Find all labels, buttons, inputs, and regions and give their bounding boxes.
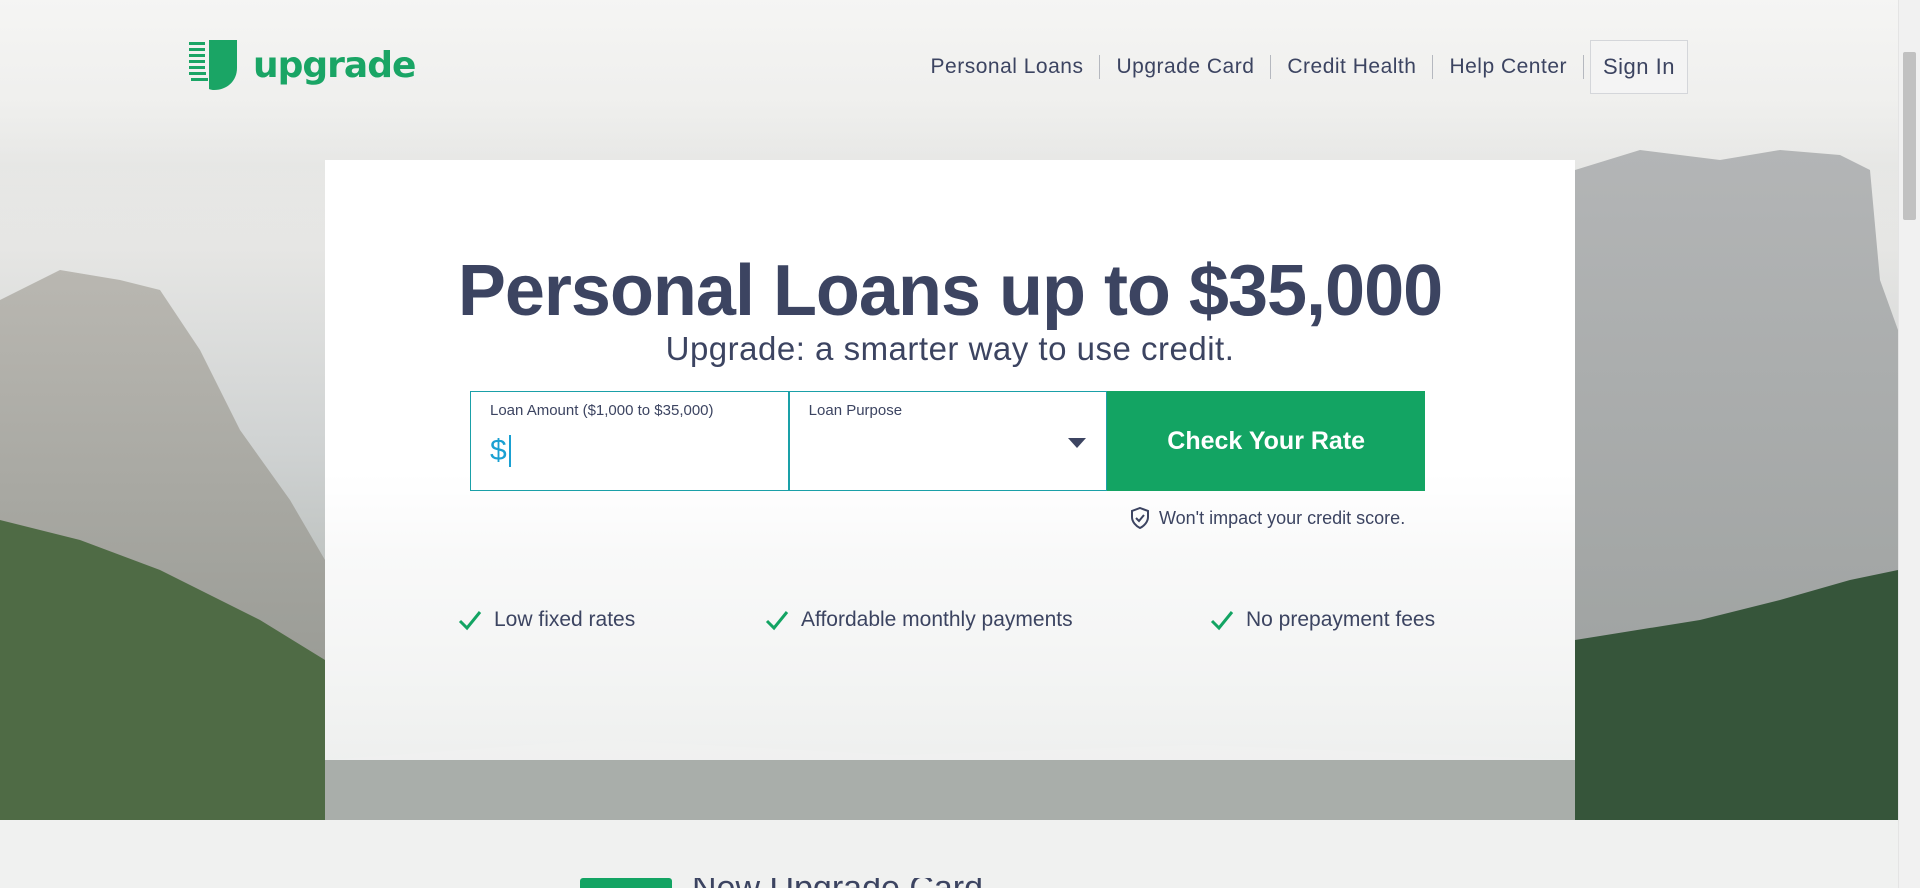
checkmark-icon (765, 611, 789, 631)
rate-check-form: Loan Amount ($1,000 to $35,000) $ Loan P… (470, 391, 1426, 491)
page-title: Personal Loans up to $35,000 (457, 251, 1443, 331)
site-header: upgrade Personal Loans Upgrade Card Cred… (0, 0, 1898, 130)
nav-help-center[interactable]: Help Center (1433, 55, 1584, 79)
benefit-item: No prepayment fees (1210, 608, 1435, 632)
page-subtitle: Upgrade: a smarter way to use credit. (665, 330, 1235, 367)
credit-note-text: Won't impact your credit score. (1159, 507, 1406, 528)
promo-text: New Upgrade Card (692, 878, 983, 888)
loan-rate-card: Personal Loans up to $35,000 Upgrade: a … (325, 160, 1575, 760)
benefit-item: Affordable monthly payments (765, 608, 1073, 632)
checkmark-icon (1210, 611, 1234, 631)
loan-purpose-label: Loan Purpose (808, 402, 903, 419)
credit-score-note: Won't impact your credit score. (1129, 507, 1405, 529)
promo-heading: New Upgrade Card (580, 878, 983, 888)
scroll-thumb[interactable] (1903, 52, 1916, 220)
text-cursor (508, 435, 511, 467)
benefit-item: Low fixed rates (458, 608, 635, 632)
check-your-rate-button[interactable]: Check Your Rate (1107, 391, 1426, 491)
loan-amount-label: Loan Amount ($1,000 to $35,000) (490, 402, 714, 419)
card-image (580, 878, 672, 888)
page-scrollbar[interactable] (1898, 0, 1920, 888)
benefit-label: No prepayment fees (1246, 608, 1436, 631)
currency-prefix: $ (490, 434, 507, 467)
sign-in-button[interactable]: Sign In (1590, 40, 1688, 94)
brand-logo[interactable]: upgrade (189, 40, 416, 90)
next-section: New Upgrade Card (0, 820, 1898, 888)
nav-credit-health[interactable]: Credit Health (1271, 55, 1434, 79)
dropdown-caret-icon[interactable] (1068, 438, 1087, 448)
loan-amount-input[interactable]: $ (490, 434, 511, 468)
nav-upgrade-card[interactable]: Upgrade Card (1100, 55, 1272, 79)
upgrade-logo-icon (189, 40, 237, 90)
brand-name: upgrade (253, 44, 416, 86)
checkmark-icon (458, 611, 482, 631)
loan-amount-field[interactable]: Loan Amount ($1,000 to $35,000) $ (470, 391, 789, 491)
shield-check-icon (1131, 507, 1149, 529)
loan-purpose-select[interactable]: Loan Purpose (788, 391, 1108, 491)
main-nav: Personal Loans Upgrade Card Credit Healt… (915, 40, 1688, 94)
benefit-label: Affordable monthly payments (801, 608, 1073, 631)
benefit-label: Low fixed rates (494, 608, 636, 631)
nav-personal-loans[interactable]: Personal Loans (915, 55, 1101, 79)
